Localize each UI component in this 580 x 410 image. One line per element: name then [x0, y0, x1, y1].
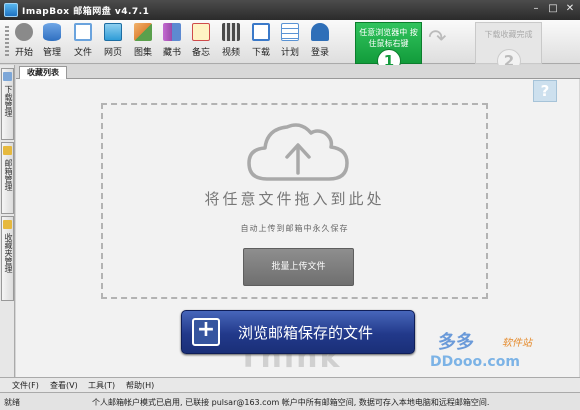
title-bar: ImapBox 邮箱网盘 v4.7.1 – □ ✕: [0, 0, 580, 20]
toolbar-label: 图集: [133, 48, 152, 58]
app-icon: [4, 3, 18, 17]
toolbar-label: 网页: [103, 48, 122, 58]
calendar-icon: [281, 23, 299, 41]
browse-mailbox-files-button[interactable]: 浏览邮箱保存的文件: [181, 310, 415, 354]
file-icon: [74, 23, 92, 41]
add-icon: [192, 317, 220, 346]
watermark-site-tag: 软件站: [502, 338, 532, 349]
watermark-site-name: 多多: [438, 332, 474, 353]
files-button[interactable]: 文件: [71, 23, 95, 63]
status-ready: 就绪: [4, 398, 20, 407]
gear-icon: [15, 23, 33, 41]
start-button[interactable]: 开始: [12, 23, 36, 63]
video-button[interactable]: 视频: [219, 23, 243, 63]
menu-tools[interactable]: 工具(T): [88, 380, 115, 391]
window-title: ImapBox 邮箱网盘 v4.7.1: [22, 7, 150, 17]
tab-favorites-list[interactable]: 收藏列表: [19, 66, 67, 80]
books-button[interactable]: 藏书: [160, 23, 184, 63]
tab-strip: 收藏列表: [16, 65, 580, 80]
toolbar-label: 备忘: [191, 48, 210, 58]
batch-upload-button[interactable]: 批量上传文件: [243, 248, 354, 286]
mailbox-icon: [3, 146, 12, 155]
curved-arrow-icon: ↷: [428, 26, 447, 51]
toolbar-grip[interactable]: [5, 26, 9, 58]
sidebar-tab-label: 收藏夹管理: [4, 233, 13, 273]
drop-zone-title: 将任意文件拖入到此处: [204, 190, 385, 208]
toolbar-label: 登录: [310, 48, 329, 58]
sidebar-tab-mailboxes[interactable]: 邮箱管理: [1, 142, 14, 214]
browse-button-label: 浏览邮箱保存的文件: [238, 324, 374, 342]
watermark-site-url: DDooo.com: [430, 354, 520, 370]
tutorial-step-2: 下载收藏完成 2: [475, 22, 542, 73]
status-message: 个人邮箱帐户模式已启用, 已联接 pulsar@163.com 帐户中所有邮箱空…: [92, 398, 490, 407]
menu-view[interactable]: 查看(V): [50, 380, 78, 391]
schedule-button[interactable]: 计划: [278, 23, 302, 63]
toolbar-label: 文件: [73, 48, 92, 58]
step-1-text: 任意浏览器中 按住鼠标右键: [359, 28, 418, 48]
memo-button[interactable]: 备忘: [189, 23, 213, 63]
login-button[interactable]: 登录: [308, 23, 332, 63]
download-icon: [3, 72, 12, 81]
manage-button[interactable]: 管理: [40, 23, 64, 63]
maximize-button[interactable]: □: [545, 3, 561, 16]
gallery-button[interactable]: 图集: [131, 23, 155, 63]
database-icon: [43, 23, 61, 41]
book-icon: [163, 23, 181, 41]
menu-file[interactable]: 文件(F): [12, 380, 39, 391]
sidebar-tab-label: 下载管理: [4, 85, 13, 117]
status-bar: 就绪 个人邮箱帐户模式已启用, 已联接 pulsar@163.com 帐户中所有…: [0, 392, 580, 410]
close-button[interactable]: ✕: [562, 3, 578, 16]
toolbar-label: 计划: [280, 48, 299, 58]
toolbar-label: 视频: [221, 48, 240, 58]
step-2-text: 下载收藏完成: [484, 30, 533, 39]
menu-help[interactable]: 帮助(H): [126, 380, 154, 391]
cloud-upload-icon: [247, 123, 349, 181]
login-icon: [311, 23, 329, 41]
video-icon: [222, 23, 240, 41]
menu-bar: 文件(F) 查看(V) 工具(T) 帮助(H): [0, 377, 580, 392]
toolbar-label: 藏书: [162, 48, 181, 58]
webpage-icon: [104, 23, 122, 41]
sidebar: 下载管理 邮箱管理 收藏夹管理: [0, 65, 15, 377]
sidebar-tab-label: 邮箱管理: [4, 159, 13, 191]
toolbar-label: 开始: [14, 48, 33, 58]
sidebar-tab-downloads[interactable]: 下载管理: [1, 68, 14, 140]
drop-zone-subtitle: 自动上传到邮箱中永久保存: [240, 224, 349, 233]
webpage-button[interactable]: 网页: [101, 23, 125, 63]
toolbar-label: 管理: [42, 48, 61, 58]
download-button[interactable]: 下载: [249, 23, 273, 63]
help-button[interactable]: ?: [533, 80, 557, 102]
download-icon: [252, 23, 270, 41]
minimize-button[interactable]: –: [528, 3, 544, 16]
tutorial-step-1: 任意浏览器中 按住鼠标右键 1: [355, 22, 422, 73]
memo-icon: [192, 23, 210, 41]
favorites-icon: [3, 220, 12, 229]
site-watermark: 多多 软件站 DDooo.com: [420, 326, 560, 376]
sidebar-tab-favorites[interactable]: 收藏夹管理: [1, 216, 14, 301]
gallery-icon: [134, 23, 152, 41]
toolbar-label: 下载: [251, 48, 270, 58]
